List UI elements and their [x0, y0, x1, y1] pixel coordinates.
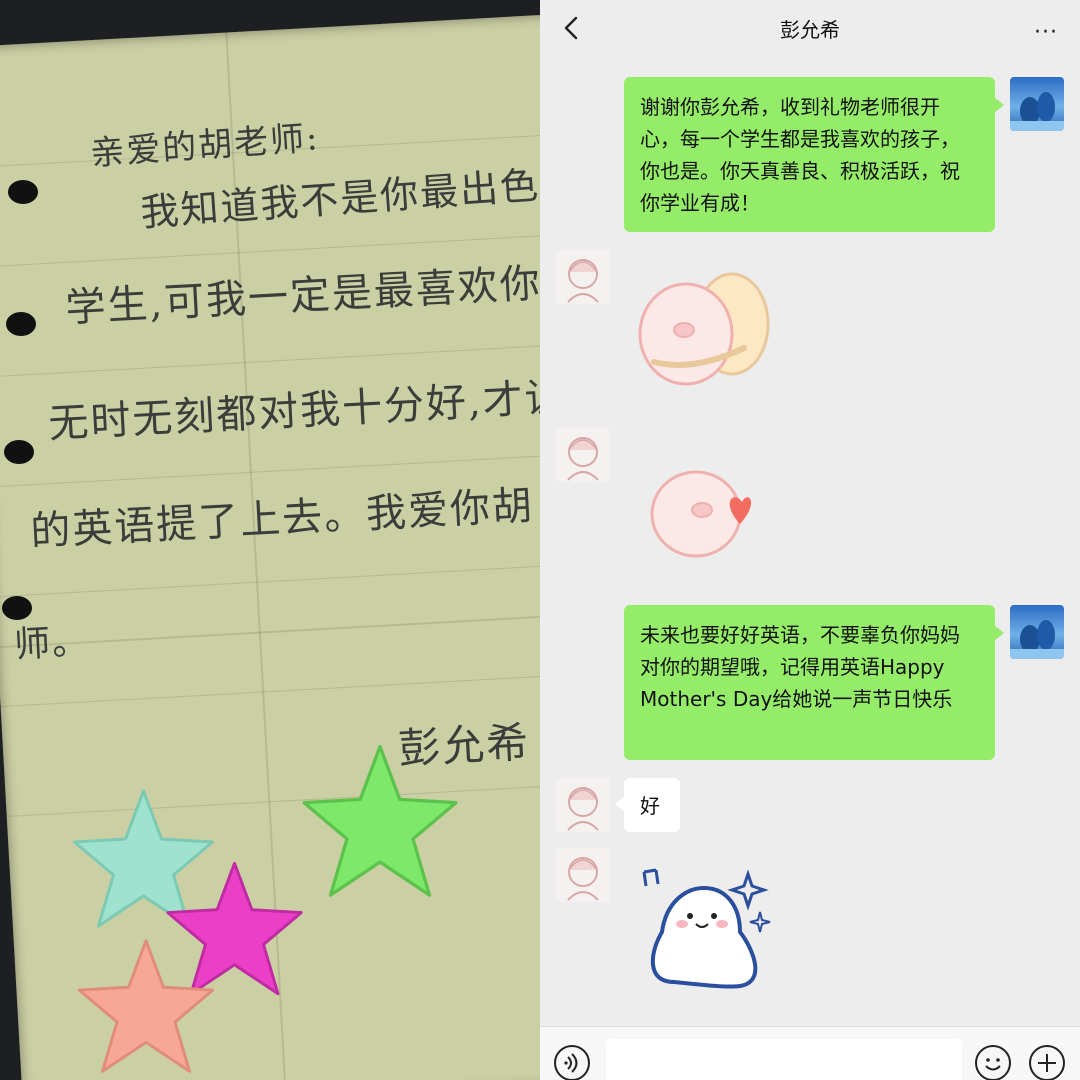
contact-avatar[interactable]	[556, 778, 610, 832]
message-bubble-outgoing[interactable]: 谢谢你彭允希，收到礼物老师很开心，每一个学生都是我喜欢的孩子，你也是。你天真善良…	[624, 77, 1004, 232]
handwriting-line: 师。	[13, 621, 92, 666]
more-options-icon[interactable]: ···	[1034, 20, 1058, 45]
anime-girl-icon	[567, 259, 599, 303]
anime-girl-icon	[567, 787, 599, 831]
seal-icon	[1010, 92, 1064, 131]
hugging-pigs-sticker[interactable]	[634, 262, 780, 398]
seal-icon	[1010, 620, 1064, 659]
chat-header: 彭允希 ···	[540, 0, 1080, 56]
chat-title: 彭允希	[780, 18, 840, 42]
my-avatar[interactable]	[1010, 77, 1064, 131]
anime-girl-icon	[567, 857, 599, 901]
green-origami-star	[302, 744, 458, 897]
message-input[interactable]	[606, 1039, 962, 1080]
contact-avatar[interactable]	[556, 250, 610, 304]
my-avatar[interactable]	[1010, 605, 1064, 659]
punch-hole	[6, 312, 36, 336]
plus-icon[interactable]	[1029, 1045, 1065, 1080]
letter-photo: 亲爱的胡老师: 我知道我不是你最出色 学生,可我一定是最喜欢你的 无时无刻都对我…	[0, 0, 540, 1080]
contact-avatar[interactable]	[556, 428, 610, 482]
input-bar	[540, 1026, 1080, 1080]
contact-avatar[interactable]	[556, 848, 610, 902]
emoji-icon[interactable]	[975, 1045, 1011, 1080]
punch-hole	[8, 180, 38, 204]
peach-origami-star	[77, 939, 215, 1073]
pig-with-heart-sticker[interactable]	[644, 462, 774, 562]
voice-icon[interactable]	[554, 1045, 590, 1080]
anime-girl-icon	[567, 437, 599, 481]
message-bubble-outgoing[interactable]: 未来也要好好英语，不要辜负你妈妈对你的期望哦，记得用英语Happy Mother…	[624, 605, 1004, 760]
punch-hole	[4, 440, 34, 464]
happy-ghost-sticker[interactable]	[636, 862, 776, 1002]
message-bubble-incoming[interactable]: 好	[615, 778, 680, 832]
chat-screen: 彭允希 ··· 谢谢你彭允希，收到礼物老师很开心，每一个学生都是我喜欢的孩子，你…	[540, 0, 1080, 1080]
